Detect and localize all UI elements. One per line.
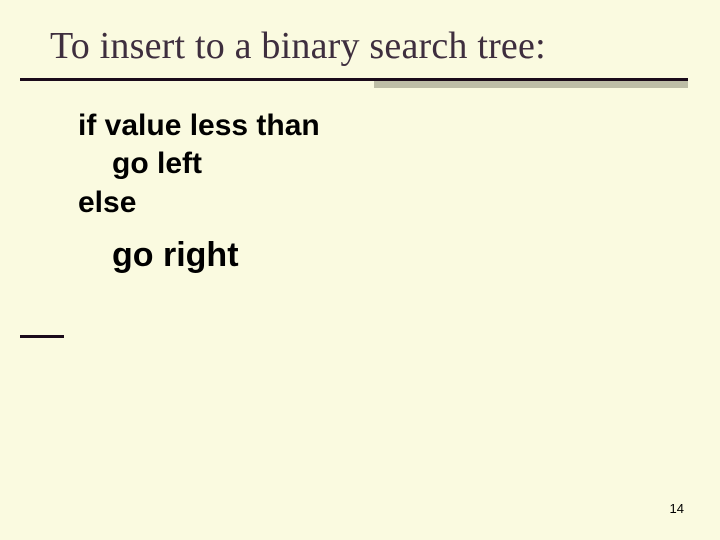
slide-title: To insert to a binary search tree: [50,24,680,78]
body-line-1: if value less than [78,107,680,145]
title-underline [20,78,688,81]
page-number: 14 [670,501,684,516]
slide: To insert to a binary search tree: if va… [0,0,720,540]
body-line-3: else [78,184,680,222]
left-accent-bar [20,335,64,338]
slide-body: if value less than go left else go right [78,107,680,278]
underline-shadow [374,81,688,88]
body-line-4: go right [78,234,680,278]
body-line-2: go left [78,145,680,183]
